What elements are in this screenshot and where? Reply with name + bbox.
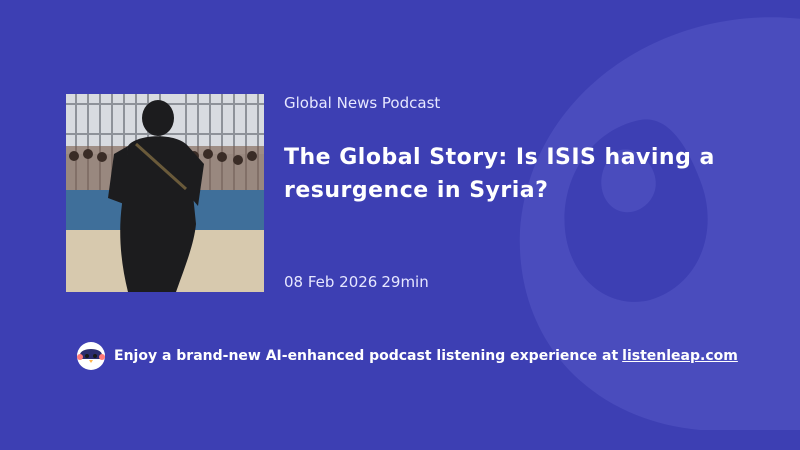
episode-title[interactable]: The Global Story: Is ISIS having a resur… — [284, 141, 754, 207]
episode-meta: 08 Feb 2026 29min — [284, 273, 429, 291]
episode-cover-image — [66, 94, 264, 292]
podcast-name[interactable]: Global News Podcast — [284, 94, 754, 112]
listenleap-link[interactable]: listenleap.com — [622, 348, 738, 364]
episode-duration: 29min — [381, 273, 429, 291]
episode-date: 08 Feb 2026 — [284, 273, 378, 291]
promo-text: Enjoy a brand-new AI-enhanced podcast li… — [114, 348, 619, 364]
listenleap-logo-watermark — [519, 17, 800, 430]
promo-banner: Enjoy a brand-new AI-enhanced podcast li… — [76, 341, 738, 371]
penguin-mascot-icon — [77, 342, 105, 370]
